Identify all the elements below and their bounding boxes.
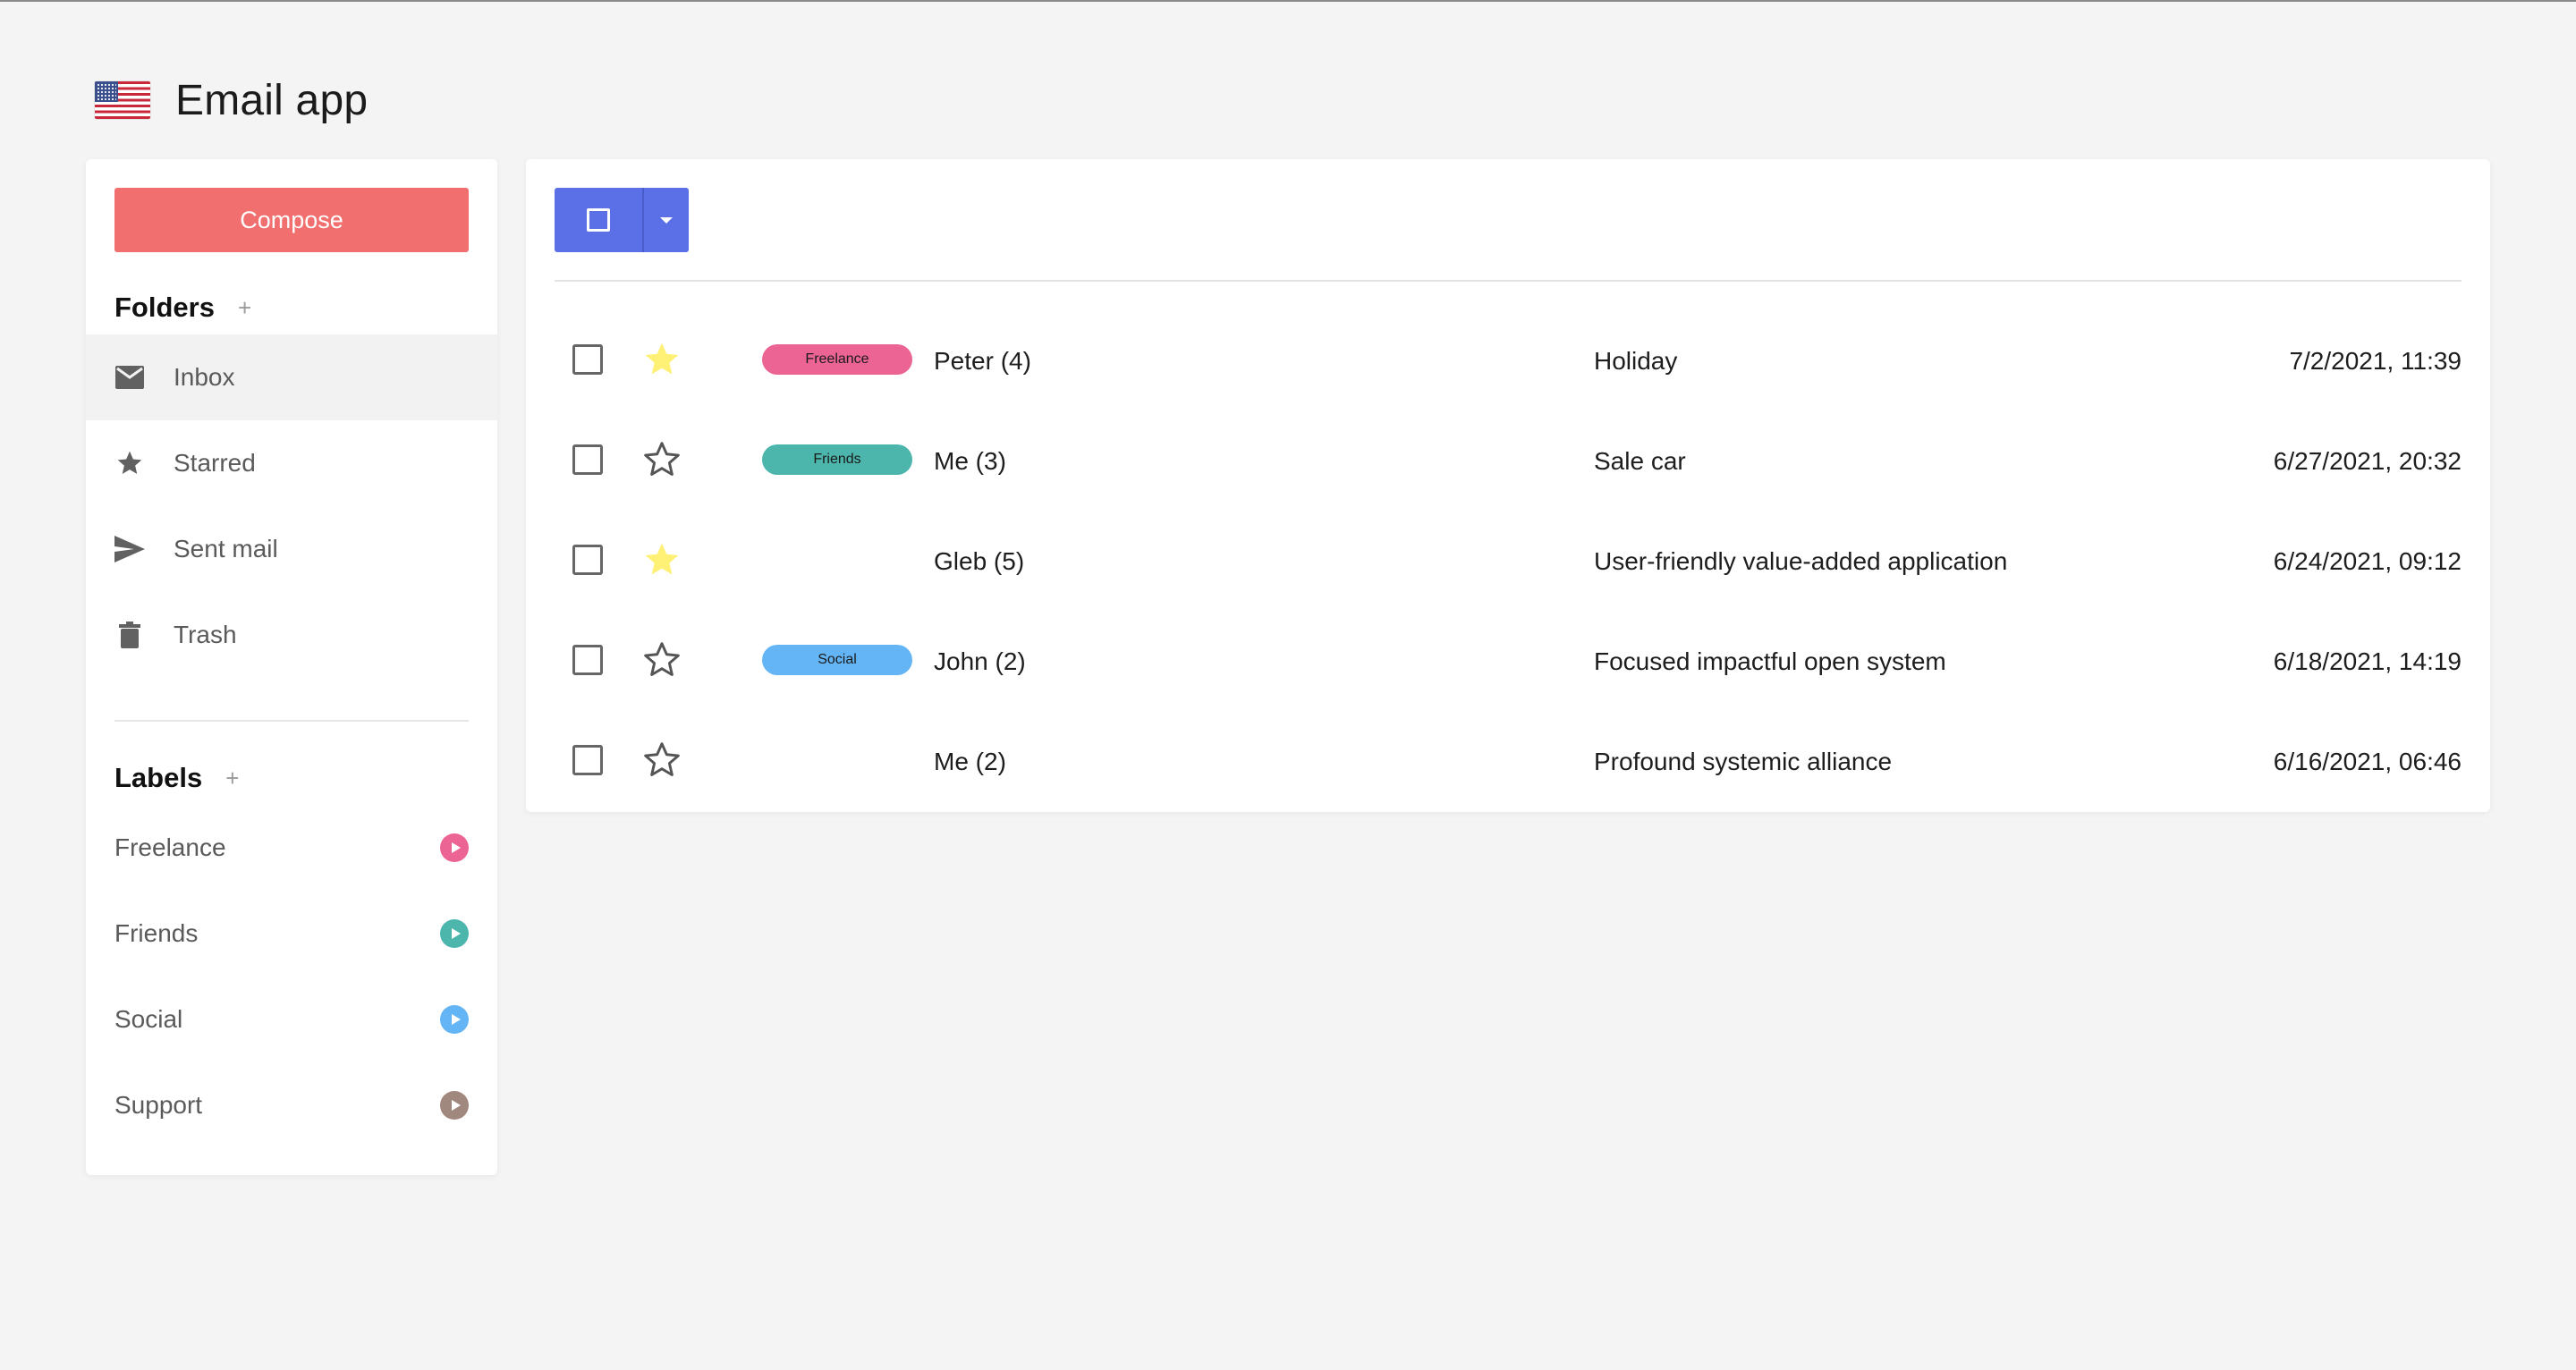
add-label-button[interactable]: + bbox=[225, 766, 239, 790]
sidebar-item-starred[interactable]: Starred bbox=[86, 420, 497, 506]
window-top-edge bbox=[0, 0, 2576, 2]
star-filled-icon[interactable] bbox=[642, 540, 682, 579]
envelope-icon bbox=[114, 362, 145, 393]
sidebar-item-trash[interactable]: Trash bbox=[86, 592, 497, 678]
label-badge: Friends bbox=[762, 444, 912, 475]
caret-down-icon bbox=[660, 216, 673, 224]
send-icon bbox=[114, 534, 145, 564]
email-sender: John (2) bbox=[934, 647, 1026, 675]
email-date: 6/18/2021, 14:19 bbox=[2273, 647, 2462, 675]
folders-header: Folders + bbox=[114, 290, 251, 326]
play-circle-icon[interactable] bbox=[440, 833, 469, 862]
select-all-button[interactable] bbox=[555, 188, 642, 252]
toolbar-divider bbox=[555, 280, 2462, 282]
play-circle-icon[interactable] bbox=[440, 919, 469, 948]
label-name: Friends bbox=[114, 919, 199, 947]
select-dropdown-button[interactable] bbox=[644, 188, 689, 252]
star-outline-icon[interactable] bbox=[642, 640, 682, 680]
email-date: 6/16/2021, 06:46 bbox=[2273, 748, 2462, 775]
play-circle-icon[interactable] bbox=[440, 1005, 469, 1034]
add-folder-button[interactable]: + bbox=[238, 296, 251, 319]
table-row[interactable]: Freelance Peter (4) Holiday 7/2/2021, 11:39 bbox=[526, 311, 2490, 411]
email-subject: Profound systemic alliance bbox=[1594, 748, 1893, 775]
compose-button[interactable]: Compose bbox=[114, 188, 469, 252]
row-checkbox[interactable] bbox=[572, 745, 603, 775]
us-flag-icon bbox=[95, 81, 150, 119]
star-outline-icon[interactable] bbox=[642, 740, 682, 780]
sidebar-label-support[interactable]: Support bbox=[114, 1062, 469, 1148]
email-date: 7/2/2021, 11:39 bbox=[2289, 347, 2462, 375]
sidebar-item-sent-mail[interactable]: Sent mail bbox=[86, 506, 497, 592]
label-name: Freelance bbox=[114, 833, 226, 861]
row-checkbox[interactable] bbox=[572, 645, 603, 675]
email-sender: Gleb (5) bbox=[934, 547, 1025, 575]
app-title: Email app bbox=[175, 76, 369, 124]
square-icon bbox=[587, 208, 610, 232]
row-checkbox[interactable] bbox=[572, 545, 603, 575]
table-row[interactable]: Gleb (5) User-friendly value-added applic… bbox=[526, 512, 2490, 612]
labels-title: Labels bbox=[114, 762, 203, 793]
sidebar: Compose Folders + Inbox Starred Sent mai… bbox=[86, 159, 497, 1175]
sidebar-label-freelance[interactable]: Freelance bbox=[114, 805, 469, 891]
sidebar-divider bbox=[114, 720, 469, 722]
labels-header: Labels + bbox=[114, 760, 239, 796]
app-header: Email app bbox=[95, 72, 368, 129]
email-subject: User-friendly value-added application bbox=[1594, 547, 2008, 575]
select-all-control bbox=[555, 188, 689, 252]
email-subject: Sale car bbox=[1594, 447, 1686, 475]
email-date: 6/27/2021, 20:32 bbox=[2273, 447, 2462, 475]
email-date: 6/24/2021, 09:12 bbox=[2273, 547, 2462, 575]
star-filled-icon[interactable] bbox=[642, 340, 682, 379]
row-checkbox[interactable] bbox=[572, 344, 603, 375]
row-checkbox[interactable] bbox=[572, 444, 603, 475]
sidebar-label-friends[interactable]: Friends bbox=[114, 891, 469, 977]
label-name: Support bbox=[114, 1091, 203, 1119]
trash-icon bbox=[114, 620, 145, 650]
email-sender: Peter (4) bbox=[934, 347, 1031, 375]
email-sender: Me (2) bbox=[934, 748, 1006, 775]
table-row[interactable]: Friends Me (3) Sale car 6/27/2021, 20:32 bbox=[526, 411, 2490, 512]
email-sender: Me (3) bbox=[934, 447, 1006, 475]
star-outline-icon[interactable] bbox=[642, 440, 682, 479]
label-name: Social bbox=[114, 1005, 183, 1033]
email-subject: Holiday bbox=[1594, 347, 1678, 375]
folders-title: Folders bbox=[114, 292, 215, 323]
sidebar-item-inbox[interactable]: Inbox bbox=[86, 334, 497, 420]
play-circle-icon[interactable] bbox=[440, 1091, 469, 1120]
mail-list-panel: Freelance Peter (4) Holiday 7/2/2021, 11:39… bbox=[526, 159, 2490, 812]
sidebar-item-label: Starred bbox=[174, 449, 256, 477]
table-row[interactable]: Me (2) Profound systemic alliance 6/16/202… bbox=[526, 712, 2490, 812]
table-row[interactable]: Social John (2) Focused impactful open sys… bbox=[526, 612, 2490, 712]
sidebar-item-label: Trash bbox=[174, 621, 237, 648]
star-icon bbox=[114, 448, 145, 478]
sidebar-item-label: Inbox bbox=[174, 363, 235, 391]
label-badge: Social bbox=[762, 645, 912, 675]
sidebar-item-label: Sent mail bbox=[174, 535, 278, 562]
label-badge: Freelance bbox=[762, 344, 912, 375]
email-subject: Focused impactful open system bbox=[1594, 647, 1946, 675]
sidebar-label-social[interactable]: Social bbox=[114, 977, 469, 1062]
